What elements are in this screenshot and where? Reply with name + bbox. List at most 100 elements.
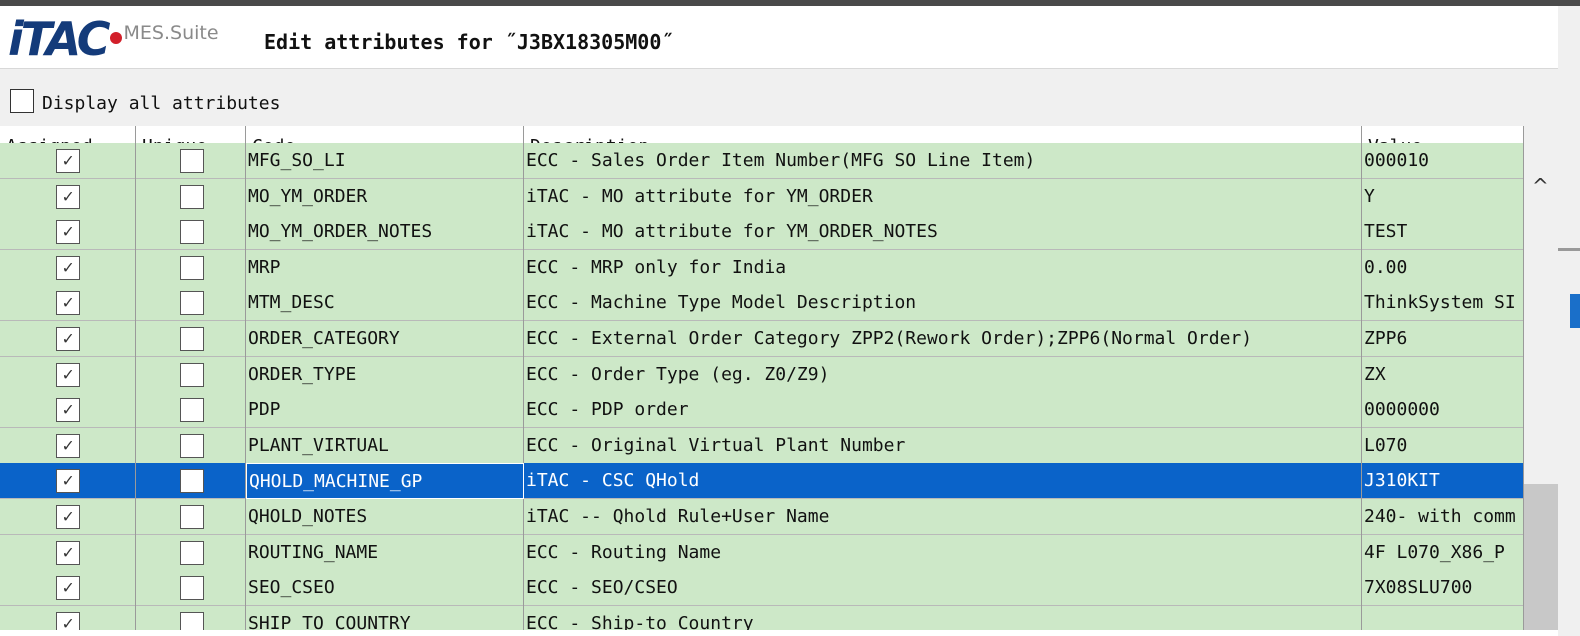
code-cell[interactable]: QHOLD_NOTES (246, 499, 524, 535)
assigned-cell: ✓ (0, 605, 136, 630)
table-row[interactable]: ✓ PLANT_VIRTUAL ECC - Original Virtual Pla… (0, 427, 1524, 464)
description-cell[interactable]: iTAC -- Qhold Rule+User Name (524, 499, 1362, 535)
code-cell[interactable]: PDP (246, 392, 524, 429)
unique-checkbox[interactable] (180, 291, 204, 316)
unique-checkbox[interactable] (180, 220, 204, 245)
code-cell[interactable]: ROUTING_NAME (246, 534, 524, 571)
value-cell[interactable]: 7X08SLU700 (1362, 570, 1524, 607)
assigned-cell: ✓ (0, 356, 136, 393)
description-cell[interactable]: ECC - Original Virtual Plant Number (524, 427, 1362, 464)
table-row[interactable]: ✓ MRP ECC - MRP only for India 0.00 (0, 249, 1524, 286)
code-cell[interactable]: SHIP_TO_COUNTRY (246, 605, 524, 630)
code-cell[interactable]: SEO_CSEO (246, 570, 524, 607)
unique-checkbox[interactable] (180, 327, 204, 351)
description-cell[interactable]: ECC - Sales Order Item Number(MFG SO Lin… (524, 143, 1362, 179)
description-cell[interactable]: ECC - Ship-to Country (524, 605, 1362, 630)
code-cell[interactable]: ORDER_TYPE (246, 356, 524, 393)
description-cell[interactable]: ECC - Machine Type Model Description (524, 285, 1362, 322)
code-cell[interactable]: MFG_SO_LI (246, 143, 524, 179)
table-row[interactable]: ✓ PDP ECC - PDP order 0000000 (0, 392, 1524, 429)
table-row[interactable]: ✓ MO_YM_ORDER_NOTES iTAC - MO attribute fo… (0, 214, 1524, 251)
unique-checkbox[interactable] (180, 362, 204, 387)
vertical-scrollbar[interactable]: ^ (1524, 126, 1558, 630)
assigned-cell: ✓ (0, 285, 136, 322)
value-cell[interactable]: 240- with comm (1362, 499, 1524, 535)
unique-checkbox[interactable] (180, 469, 204, 494)
value-cell[interactable]: L070 (1362, 427, 1524, 464)
description-cell[interactable]: iTAC - MO attribute for YM_ORDER (524, 178, 1362, 215)
scroll-thumb[interactable] (1524, 484, 1558, 630)
scroll-up-icon[interactable]: ^ (1532, 174, 1549, 198)
assigned-checkbox[interactable]: ✓ (56, 433, 80, 458)
code-cell[interactable]: MO_YM_ORDER_NOTES (246, 214, 524, 251)
assigned-checkbox[interactable]: ✓ (56, 362, 80, 387)
table-row[interactable]: ✓ QHOLD_MACHINE_GP iTAC - CSC QHold J310KIT (0, 463, 1524, 500)
assigned-cell: ✓ (0, 321, 136, 357)
description-cell[interactable]: ECC - External Order Category ZPP2(Rewor… (524, 321, 1362, 357)
assigned-cell: ✓ (0, 534, 136, 571)
unique-checkbox[interactable] (180, 576, 204, 601)
unique-cell (136, 534, 246, 571)
code-cell[interactable]: PLANT_VIRTUAL (246, 427, 524, 464)
code-cell[interactable]: QHOLD_MACHINE_GP (246, 463, 524, 500)
value-cell[interactable]: ZX (1362, 356, 1524, 393)
assigned-checkbox[interactable]: ✓ (56, 469, 80, 494)
unique-checkbox[interactable] (180, 540, 204, 565)
code-cell[interactable]: MTM_DESC (246, 285, 524, 322)
description-cell[interactable]: ECC - Routing Name (524, 534, 1362, 571)
assigned-checkbox[interactable]: ✓ (56, 540, 80, 565)
table-row[interactable]: ✓ ORDER_CATEGORY ECC - External Order Cate… (0, 321, 1524, 357)
assigned-checkbox[interactable]: ✓ (56, 184, 80, 209)
assigned-cell: ✓ (0, 499, 136, 535)
assigned-checkbox[interactable]: ✓ (56, 576, 80, 601)
value-cell[interactable]: ThinkSystem SI (1362, 285, 1524, 322)
assigned-checkbox[interactable]: ✓ (56, 611, 80, 630)
description-cell[interactable]: iTAC - MO attribute for YM_ORDER_NOTES (524, 214, 1362, 251)
value-cell[interactable] (1362, 605, 1524, 630)
assigned-checkbox[interactable]: ✓ (56, 327, 80, 351)
value-cell[interactable]: J310KIT (1362, 463, 1524, 500)
description-cell[interactable]: ECC - SEO/CSEO (524, 570, 1362, 607)
table-row[interactable]: ✓ QHOLD_NOTES iTAC -- Qhold Rule+User Name… (0, 499, 1524, 535)
code-cell[interactable]: MO_YM_ORDER (246, 178, 524, 215)
unique-checkbox[interactable] (180, 255, 204, 280)
value-cell[interactable]: 0.00 (1362, 249, 1524, 286)
assigned-checkbox[interactable]: ✓ (56, 291, 80, 316)
code-cell[interactable]: ORDER_CATEGORY (246, 321, 524, 357)
value-cell[interactable]: 4F L070_X86_P (1362, 534, 1524, 571)
table-row[interactable]: ✓ MO_YM_ORDER iTAC - MO attribute for YM_O… (0, 178, 1524, 215)
value-cell[interactable]: Y (1362, 178, 1524, 215)
description-cell[interactable]: ECC - Order Type (eg. Z0/Z9) (524, 356, 1362, 393)
table-row[interactable]: ✓ SHIP_TO_COUNTRY ECC - Ship-to Country (0, 605, 1524, 630)
table-row[interactable]: ✓ MTM_DESC ECC - Machine Type Model Descri… (0, 285, 1524, 322)
description-cell[interactable]: ECC - MRP only for India (524, 249, 1362, 286)
unique-checkbox[interactable] (180, 398, 204, 423)
description-cell[interactable]: ECC - PDP order (524, 392, 1362, 429)
display-all-attributes-checkbox[interactable] (10, 89, 34, 113)
table-row[interactable]: ✓ ORDER_TYPE ECC - Order Type (eg. Z0/Z9) Z… (0, 356, 1524, 393)
assigned-checkbox[interactable]: ✓ (56, 505, 80, 529)
unique-cell (136, 178, 246, 215)
unique-checkbox[interactable] (180, 505, 204, 529)
value-cell[interactable]: ZPP6 (1362, 321, 1524, 357)
unique-checkbox[interactable] (180, 611, 204, 630)
assigned-cell: ✓ (0, 249, 136, 286)
unique-checkbox[interactable] (180, 149, 204, 173)
unique-cell (136, 427, 246, 464)
unique-checkbox[interactable] (180, 184, 204, 209)
value-cell[interactable]: TEST (1362, 214, 1524, 251)
value-cell[interactable]: 0000000 (1362, 392, 1524, 429)
assigned-checkbox[interactable]: ✓ (56, 255, 80, 280)
unique-cell (136, 356, 246, 393)
table-row[interactable]: ✓ MFG_SO_LI ECC - Sales Order Item Number(… (0, 143, 1524, 179)
assigned-checkbox[interactable]: ✓ (56, 398, 80, 423)
table-row[interactable]: ✓ SEO_CSEO ECC - SEO/CSEO 7X08SLU700 (0, 570, 1524, 607)
code-cell[interactable]: MRP (246, 249, 524, 286)
description-cell[interactable]: iTAC - CSC QHold (524, 463, 1362, 500)
unique-checkbox[interactable] (180, 433, 204, 458)
assigned-checkbox[interactable]: ✓ (56, 220, 80, 245)
assigned-checkbox[interactable]: ✓ (56, 149, 80, 173)
value-cell[interactable]: 000010 (1362, 143, 1524, 179)
display-all-attributes-label[interactable]: Display all attributes (42, 93, 280, 114)
table-row[interactable]: ✓ ROUTING_NAME ECC - Routing Name 4F L070_X… (0, 534, 1524, 571)
